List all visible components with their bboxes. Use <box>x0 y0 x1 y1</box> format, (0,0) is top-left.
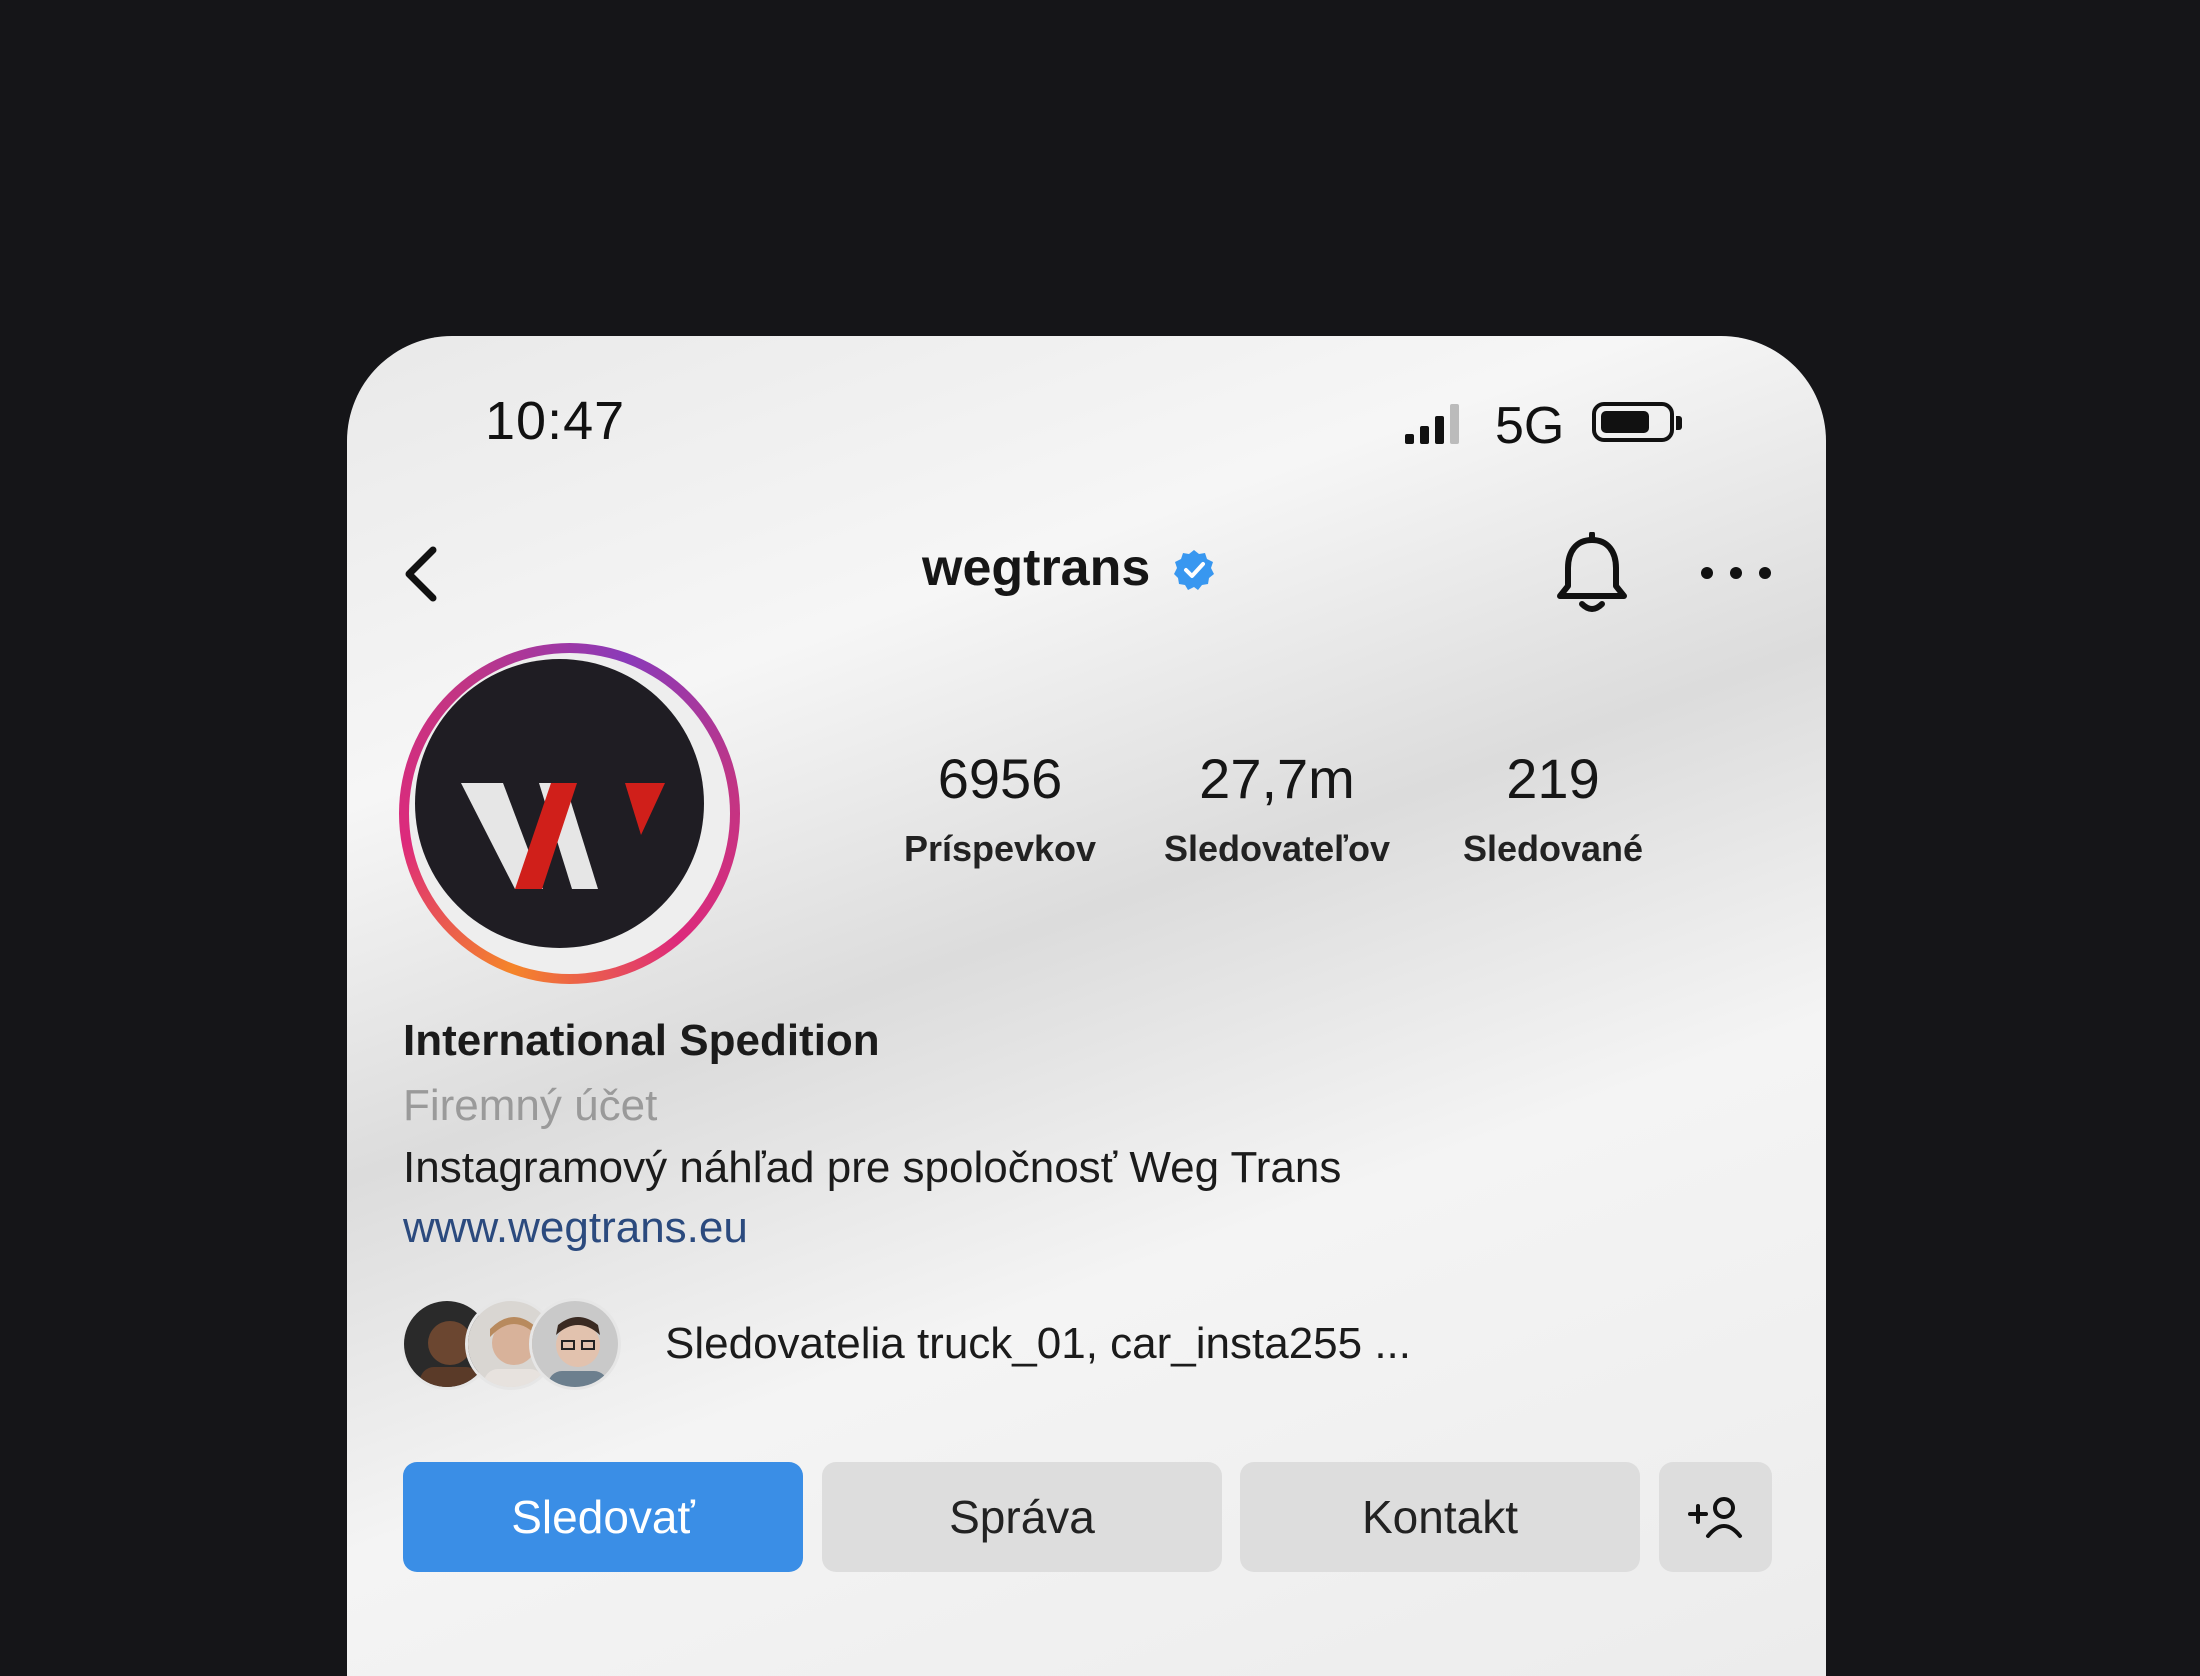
contact-button[interactable]: Kontakt <box>1240 1462 1640 1572</box>
followed-by-text[interactable]: Sledovatelia truck_01, car_insta255 ... <box>665 1319 1411 1369</box>
stat-posts-value: 6956 <box>937 747 1063 810</box>
add-user-button[interactable] <box>1659 1462 1772 1572</box>
profile-username: wegtrans <box>922 539 1151 597</box>
follow-button[interactable]: Sledovať <box>403 1462 803 1572</box>
follower-avatar[interactable] <box>529 1298 621 1390</box>
battery-icon <box>1592 402 1682 442</box>
bell-icon[interactable] <box>1552 532 1632 616</box>
add-user-icon <box>1687 1497 1742 1538</box>
signal-icon <box>1405 400 1459 444</box>
stat-followers-value[interactable]: 27,7m <box>1147 746 1407 811</box>
stat-following-value[interactable]: 219 <box>1423 746 1683 811</box>
story-ring[interactable] <box>399 643 740 984</box>
profile-screen: 10:47 5G wegtrans 6956 Príspevkov 27,7m … <box>347 336 1826 1676</box>
profile-bio: Instagramový náhľad pre spoločnosť Weg T… <box>403 1143 1342 1192</box>
wegtrans-logo <box>461 783 665 889</box>
verified-badge-icon <box>1174 550 1214 590</box>
status-time: 10:47 <box>485 391 626 451</box>
profile-category: Firemný účet <box>403 1081 658 1130</box>
message-button[interactable]: Správa <box>822 1462 1222 1572</box>
network-label: 5G <box>1495 397 1565 455</box>
stat-posts-label: Príspevkov <box>903 828 1097 869</box>
profile-name: International Spedition <box>403 1016 880 1065</box>
back-icon[interactable] <box>399 544 447 604</box>
avatar[interactable] <box>415 659 704 948</box>
stat-followers-label[interactable]: Sledovateľov <box>1147 828 1407 870</box>
profile-link[interactable]: www.wegtrans.eu <box>403 1203 748 1253</box>
more-icon[interactable] <box>1698 562 1774 584</box>
stat-following-label[interactable]: Sledované <box>1423 828 1683 870</box>
